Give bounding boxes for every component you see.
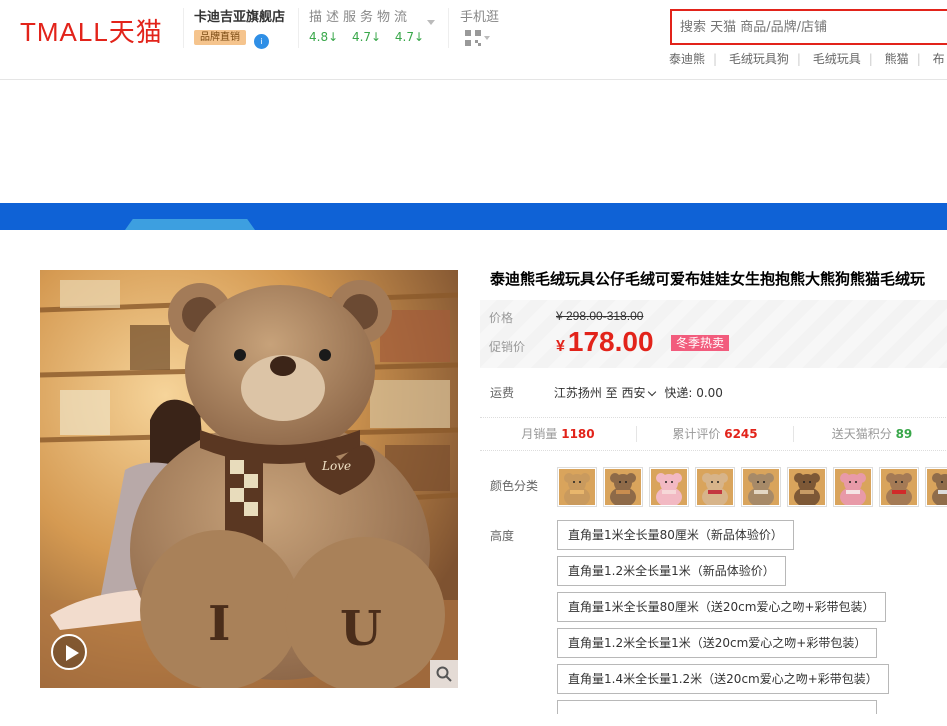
color-swatch[interactable] — [787, 467, 827, 507]
product-main-image[interactable]: Love I U — [40, 270, 458, 688]
divider: | — [916, 52, 921, 66]
banner-tab[interactable] — [125, 219, 255, 230]
qr-code-icon — [465, 30, 481, 46]
shop-info: 卡迪吉亚旗舰店 品牌直销 — [183, 8, 285, 48]
color-swatch[interactable] — [741, 467, 781, 507]
height-option[interactable]: 直角量1.2米全长量1米（送20cm爱心之吻+彩带包装） — [557, 628, 878, 658]
heart-love-text: Love — [321, 459, 351, 473]
brand-direct-badge: 品牌直销 — [194, 30, 246, 45]
height-option[interactable]: 直角量1米全长量80厘米（新品体验价） — [557, 520, 794, 550]
height-option[interactable]: 直角量1.2米全长量1米（新品体验价） — [557, 556, 786, 586]
hot-word[interactable]: 毛绒玩具狗 — [729, 52, 789, 66]
color-swatch[interactable] — [557, 467, 597, 507]
shipping-from: 江苏扬州 — [553, 386, 602, 400]
shipping-label: 运费 — [490, 386, 515, 400]
ratings-values: 4.8↓ 4.7↓ 4.7↓ — [309, 30, 425, 44]
swatch-thumbnail — [697, 469, 733, 505]
stat-monthly-sales: 月销量 1180 — [480, 426, 637, 442]
divider: | — [868, 52, 873, 66]
hot-word[interactable]: 熊猫 — [885, 52, 909, 66]
color-swatch[interactable] — [925, 467, 947, 507]
stat-total-reviews[interactable]: 累计评价 6245 — [637, 426, 794, 442]
color-swatch[interactable] — [603, 467, 643, 507]
height-option[interactable]: 直角量1米全长量80厘米（送20cm爱心之吻+彩带包装） — [557, 592, 886, 622]
shop-ratings[interactable]: 描述服务物流 4.8↓ 4.7↓ 4.7↓ — [298, 8, 424, 48]
height-option[interactable] — [557, 700, 877, 714]
color-swatch[interactable] — [649, 467, 689, 507]
promo-tag: 冬季热卖 — [671, 335, 730, 351]
color-swatches — [557, 467, 947, 507]
height-option[interactable]: 直角量1.4米全长量1.2米（送20cm爱心之吻+彩带包装） — [557, 664, 889, 694]
header: TMALL天猫 卡迪吉亚旗舰店 品牌直销 i 描述服务物流 4.8↓ 4.7↓ … — [0, 0, 947, 80]
stat-value: 6245 — [724, 427, 758, 441]
search-box — [670, 9, 947, 45]
play-video-icon[interactable] — [51, 634, 87, 670]
teddy-bear-photo: Love I U — [40, 270, 458, 688]
stat-label: 累计评价 — [672, 427, 721, 441]
product-title: 泰迪熊毛绒玩具公仔毛绒可爱布娃娃女生抱抱熊大熊狗熊猫毛绒玩 — [490, 270, 926, 288]
swatch-thumbnail — [651, 469, 687, 505]
hot-word[interactable]: 泰迪熊 — [669, 52, 705, 66]
swatch-thumbnail — [881, 469, 917, 505]
foot-letter-i: I — [208, 596, 230, 652]
swatch-thumbnail — [605, 469, 641, 505]
swatch-thumbnail — [789, 469, 825, 505]
color-swatch[interactable] — [879, 467, 919, 507]
color-swatch[interactable] — [695, 467, 735, 507]
logo-text: TMALL天猫 — [20, 17, 163, 47]
chevron-down-icon[interactable] — [647, 387, 656, 397]
chevron-down-icon — [484, 36, 490, 40]
search-input[interactable] — [680, 11, 940, 43]
promo-price-value: 178.00 — [567, 326, 654, 357]
product-stats: 月销量 1180 累计评价 6245 送天猫积分 89 — [480, 417, 947, 451]
shipping-to-word: 至 — [605, 386, 618, 400]
swatch-thumbnail — [927, 469, 947, 505]
color-label: 颜色分类 — [490, 479, 539, 493]
promo-price-label: 促销价 — [489, 340, 526, 354]
tmall-logo[interactable]: TMALL天猫 — [20, 12, 163, 49]
stat-label: 月销量 — [521, 427, 558, 441]
currency-symbol: ¥ — [556, 338, 565, 355]
price-label: 价格 — [489, 311, 514, 325]
swatch-thumbnail — [835, 469, 871, 505]
divider: | — [796, 52, 801, 66]
express-fee: 快递: 0.00 — [664, 386, 723, 400]
swatch-thumbnail — [559, 469, 595, 505]
foot-letter-u: U — [340, 601, 382, 657]
stat-tmall-points: 送天猫积分 89 — [794, 426, 947, 442]
stat-value: 89 — [895, 427, 913, 441]
original-price: ¥ 298.00-318.00 — [556, 309, 644, 323]
shop-name[interactable]: 卡迪吉亚旗舰店 — [194, 8, 285, 28]
swatch-thumbnail — [743, 469, 779, 505]
stat-value: 1180 — [561, 427, 595, 441]
hot-word[interactable]: 毛绒玩具 — [813, 52, 861, 66]
promo-price: ¥178.00 — [556, 326, 654, 358]
mobile-label: 手机逛 — [460, 10, 500, 25]
chevron-down-icon[interactable] — [427, 20, 435, 25]
color-swatch[interactable] — [833, 467, 873, 507]
shipping-row: 运费 江苏扬州 至 西安 快递: 0.00 — [490, 384, 723, 401]
price-panel: 价格 ¥ 298.00-318.00 促销价 ¥178.00 冬季热卖 — [480, 300, 947, 368]
info-icon[interactable]: i — [254, 34, 269, 49]
shipping-destination-select[interactable]: 西安 — [622, 386, 646, 400]
hot-search-words: 泰迪熊 | 毛绒玩具狗 | 毛绒玩具 | 熊猫 | 布 — [669, 50, 947, 67]
mobile-browse[interactable]: 手机逛 — [448, 8, 499, 48]
divider: | — [713, 52, 718, 66]
ratings-labels: 描述服务物流 — [309, 10, 412, 25]
height-label: 高度 — [490, 529, 515, 543]
search-zoom-icon[interactable] — [430, 660, 458, 688]
stat-label: 送天猫积分 — [831, 427, 892, 441]
height-options: 直角量1米全长量80厘米（新品体验价） 直角量1.2米全长量1米（新品体验价） … — [557, 520, 889, 720]
hot-word[interactable]: 布 — [933, 52, 945, 66]
